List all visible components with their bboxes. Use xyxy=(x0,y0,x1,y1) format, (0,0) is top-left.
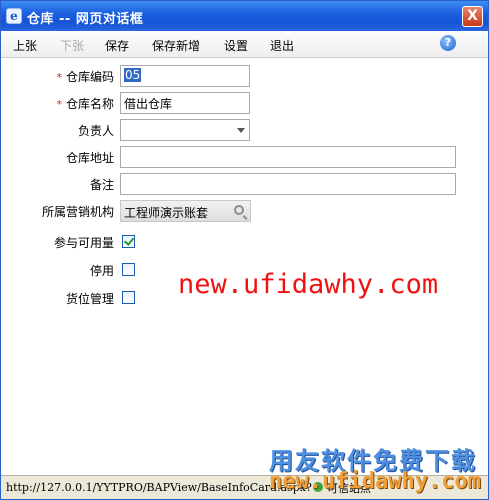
watermark-url-2: new.ufidawhy.com xyxy=(269,469,481,494)
window-title: 仓库 -- 网页对话框 xyxy=(27,12,144,27)
disabled-checkbox[interactable] xyxy=(122,263,135,276)
chevron-down-icon[interactable] xyxy=(237,128,245,133)
settings-button[interactable]: 设置 xyxy=(224,37,248,54)
exit-button[interactable]: 退出 xyxy=(270,37,294,54)
dialog-window: e 仓库 -- 网页对话框 X 上张 下张 保存 保存新增 设置 退出 ? * 仓… xyxy=(0,0,489,500)
save-button[interactable]: 保存 xyxy=(105,37,129,54)
row-warehouse-code: * 仓库编码 05 xyxy=(1,65,488,87)
warehouse-code-label-text: 仓库编码 xyxy=(65,70,114,84)
warehouse-name-value: 借出仓库 xyxy=(124,97,173,111)
ie-page-icon: e xyxy=(6,8,22,24)
row-remark: 备注 xyxy=(1,173,488,195)
manager-select[interactable] xyxy=(120,119,250,141)
row-warehouse-name: * 仓库名称 借出仓库 xyxy=(1,92,488,114)
address-input[interactable] xyxy=(120,146,456,168)
remark-input[interactable] xyxy=(120,173,456,195)
row-org: 所属营销机构 工程师演示账套 xyxy=(1,200,488,222)
remark-label: 备注 xyxy=(89,178,114,192)
location-checkbox[interactable] xyxy=(122,291,135,304)
row-manager: 负责人 xyxy=(1,119,488,141)
search-icon[interactable] xyxy=(234,205,244,215)
org-lookup[interactable]: 工程师演示账套 xyxy=(120,200,251,222)
available-checkbox[interactable] xyxy=(122,235,135,248)
save-new-button[interactable]: 保存新增 xyxy=(152,37,200,54)
row-address: 仓库地址 xyxy=(1,146,488,168)
watermark-url: new.ufidawhy.com xyxy=(178,269,439,300)
warehouse-name-label: * 仓库名称 xyxy=(56,95,114,112)
manager-label: 负责人 xyxy=(77,124,114,138)
prev-button[interactable]: 上张 xyxy=(13,37,37,54)
close-button[interactable]: X xyxy=(462,6,483,27)
disabled-label: 停用 xyxy=(89,264,114,278)
required-mark: * xyxy=(56,71,62,84)
warehouse-code-label: * 仓库编码 xyxy=(56,68,114,85)
org-label: 所属营销机构 xyxy=(41,205,114,219)
title-bar: e 仓库 -- 网页对话框 X xyxy=(1,1,488,31)
warehouse-name-input[interactable]: 借出仓库 xyxy=(120,92,250,114)
warehouse-name-label-text: 仓库名称 xyxy=(65,97,114,111)
warehouse-code-input[interactable]: 05 xyxy=(120,65,250,87)
next-button: 下张 xyxy=(60,39,85,53)
warehouse-code-value: 05 xyxy=(124,68,142,82)
row-available: 参与可用量 xyxy=(1,231,488,253)
org-value: 工程师演示账套 xyxy=(124,206,209,220)
required-mark: * xyxy=(56,98,62,111)
address-label: 仓库地址 xyxy=(65,151,114,165)
help-icon[interactable]: ? xyxy=(440,35,456,51)
location-label: 货位管理 xyxy=(65,292,114,306)
available-label: 参与可用量 xyxy=(53,236,114,250)
status-url: http://127.0.0.1/YYTPRO/BAPView/BaseInfo… xyxy=(6,481,312,494)
toolbar: 上张 下张 保存 保存新增 设置 退出 ? xyxy=(1,31,488,58)
